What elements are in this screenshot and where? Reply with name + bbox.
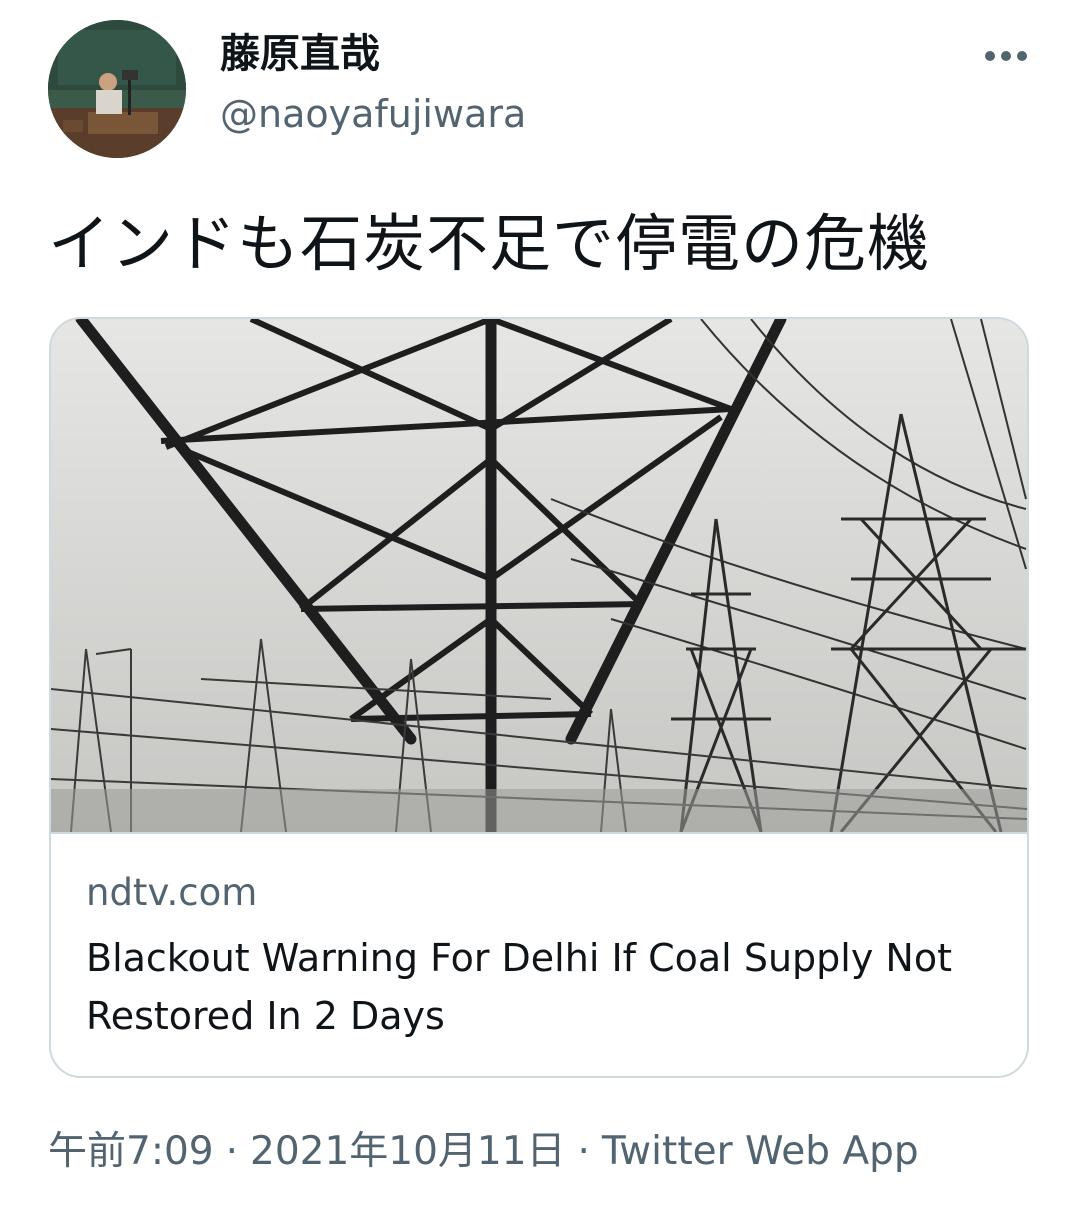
avatar-image <box>48 20 186 158</box>
tweet-time[interactable]: 午前7:09 <box>48 1129 214 1174</box>
card-domain: ndtv.com <box>86 871 258 914</box>
author-display-name[interactable]: 藤原直哉 <box>220 28 380 80</box>
tweet-source[interactable]: Twitter Web App <box>602 1129 919 1174</box>
more-horizontal-icon <box>985 51 1027 61</box>
tweet-metadata: 午前7:09 · 2021年10月11日 · Twitter Web App <box>48 1124 919 1180</box>
link-card[interactable]: ndtv.com Blackout Warning For Delhi If C… <box>49 317 1029 1078</box>
meta-separator: · <box>577 1129 590 1174</box>
tweet-text: インドも石炭不足で停電の危機 <box>48 207 931 280</box>
avatar[interactable] <box>48 20 186 158</box>
author-handle[interactable]: @naoyafujiwara <box>220 90 526 138</box>
tweet-date[interactable]: 2021年10月11日 <box>250 1129 566 1174</box>
card-title: Blackout Warning For Delhi If Coal Suppl… <box>86 936 952 1038</box>
card-image[interactable] <box>51 319 1027 834</box>
more-options-button[interactable] <box>976 32 1036 80</box>
power-lines-photo <box>51 319 1027 832</box>
meta-separator: · <box>225 1129 238 1174</box>
tweet: 藤原直哉 @naoyafujiwara インドも石炭不足で停電の危機 ndtv.… <box>0 0 1080 1209</box>
